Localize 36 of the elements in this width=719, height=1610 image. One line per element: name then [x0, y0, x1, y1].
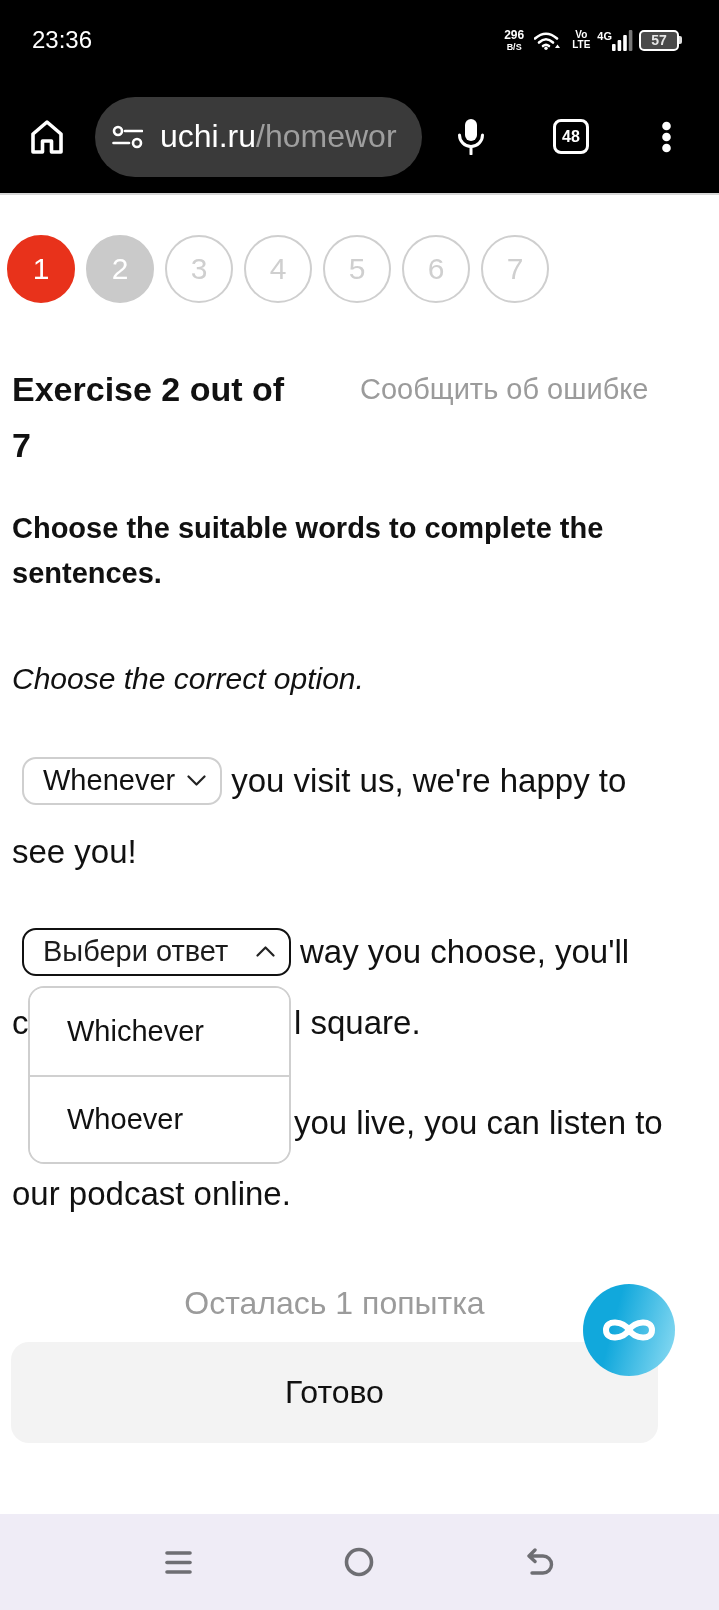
instruction-text: Choose the correct option. [11, 661, 365, 697]
sentence-text: you live, you can listen to [294, 1103, 663, 1142]
answer-dropdown[interactable]: Выбери ответ [22, 927, 291, 976]
url-text[interactable]: uchi.ru/homewor [160, 118, 397, 155]
menu-icon[interactable] [165, 1549, 192, 1575]
tab-switcher-button[interactable]: 48 [553, 119, 589, 154]
answer-dropdown[interactable]: Whenever [22, 756, 223, 805]
address-bar[interactable]: uchi.ru/homewor [95, 96, 422, 177]
sentence-text: way you choose, you'll [300, 932, 630, 971]
infinity-icon [602, 1317, 656, 1343]
microphone-icon[interactable] [457, 118, 485, 155]
attempts-left-text: Осталась 1 попытка [184, 1284, 485, 1323]
step-button[interactable]: 1 [7, 235, 75, 303]
caret-icon [187, 775, 207, 786]
more-menu-icon[interactable] [661, 120, 672, 153]
sentence-text: c [12, 1003, 29, 1041]
network-speed-unit: B/S [506, 42, 522, 52]
caret-icon [256, 946, 275, 957]
clock-time: 23:36 [32, 26, 93, 54]
network-type-label: 4G [597, 30, 612, 42]
task-text: Choose the suitable words to complete the sentences. [11, 511, 605, 591]
network-speed-value: 296 [504, 28, 525, 41]
volte-label: Vo [575, 30, 588, 40]
volte-label: LTE [572, 40, 591, 50]
battery-indicator: 57 [639, 29, 682, 51]
sentence-text: see you! [12, 832, 137, 871]
wifi-icon [534, 30, 561, 50]
done-button[interactable]: Готово [11, 1342, 658, 1443]
signal-icon [612, 29, 633, 51]
tune-icon[interactable] [112, 124, 143, 149]
back-icon[interactable] [526, 1548, 554, 1576]
dropdown-option[interactable]: Whoever [30, 1074, 289, 1162]
sentence-text: our podcast online. [12, 1174, 291, 1213]
sentence-text: l square. [294, 1003, 421, 1042]
sentence-text: you visit us, we're happy to [231, 761, 627, 800]
exercise-title: Exercise 2 out of 7 [12, 369, 286, 466]
